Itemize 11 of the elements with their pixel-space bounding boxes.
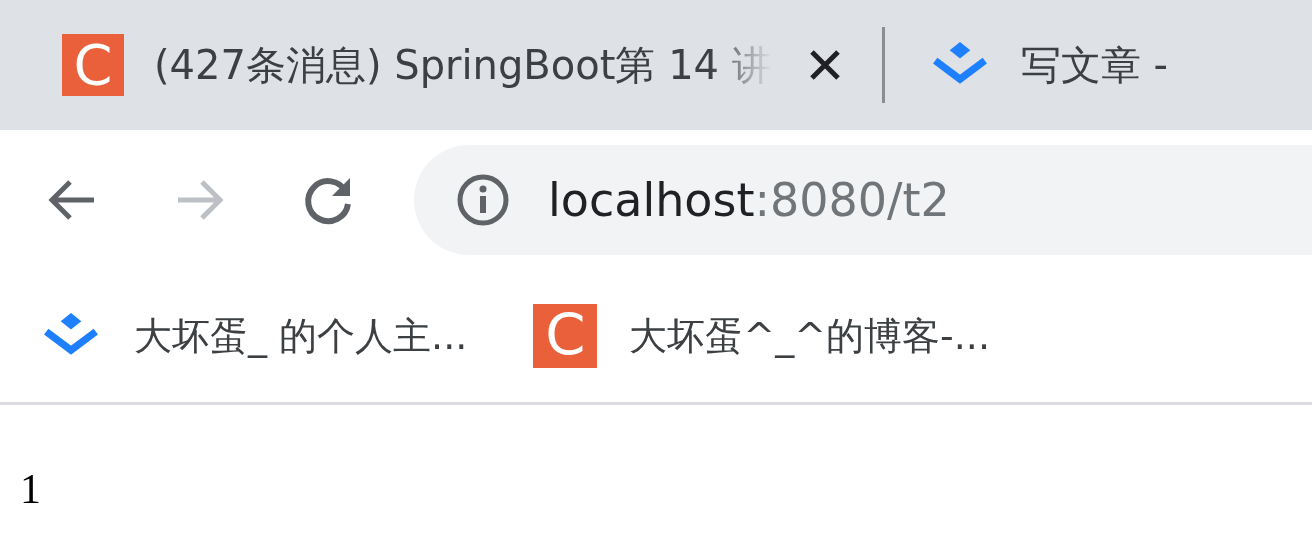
bookmark-title[interactable]: 大坏蛋^_^的博客-...: [629, 310, 990, 362]
tab-title[interactable]: 写文章 -: [1020, 37, 1168, 93]
info-icon[interactable]: [456, 173, 510, 227]
url-text: localhost:8080/t2: [548, 173, 950, 227]
address-bar[interactable]: localhost:8080/t2: [414, 145, 1312, 255]
bookmark-title[interactable]: 大坏蛋_ 的个人主...: [134, 310, 468, 362]
page-text: 1: [20, 466, 41, 512]
site-logo: C: [533, 304, 598, 368]
site-logo: C: [62, 34, 124, 96]
close-icon[interactable]: [807, 48, 842, 82]
tab-title[interactable]: (427条消息) SpringBoot第 14 讲: [154, 37, 772, 93]
